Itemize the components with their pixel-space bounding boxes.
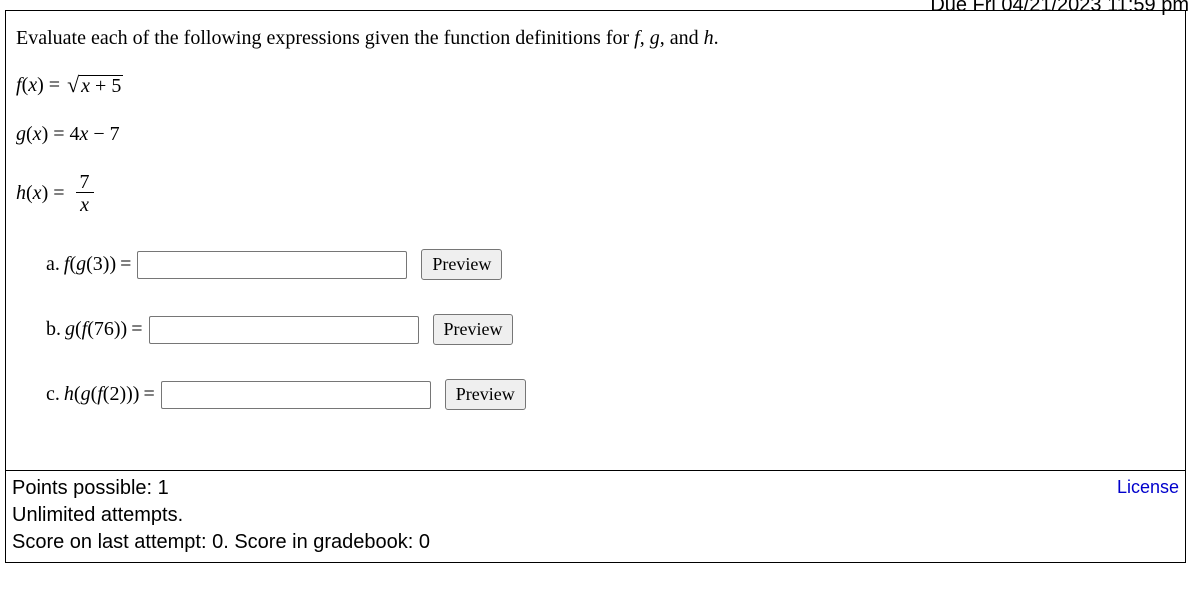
part-label: c. [46, 383, 60, 406]
instr-tail: , and [660, 27, 704, 49]
sqrt-icon: √x + 5 [67, 75, 123, 96]
part-label: b. [46, 318, 61, 341]
question-box: Evaluate each of the following expressio… [5, 10, 1186, 563]
answer-input-c[interactable] [161, 381, 431, 409]
part-a: a. f(g(3)) = Preview [46, 249, 1175, 280]
answer-input-b[interactable] [149, 316, 419, 344]
answer-input-a[interactable] [137, 251, 407, 279]
part-b: b. g(f(76)) = Preview [46, 314, 1175, 345]
definition-g: g(x) = 4x − 7 [16, 123, 1175, 146]
preview-button[interactable]: Preview [445, 379, 526, 410]
fraction: 7 x [76, 172, 94, 215]
fraction-den: x [76, 193, 93, 215]
footer: License Points possible: 1 Unlimited att… [6, 471, 1185, 562]
preview-button[interactable]: Preview [433, 314, 514, 345]
instructions: Evaluate each of the following expressio… [16, 27, 1175, 50]
license-link[interactable]: License [1117, 475, 1179, 499]
points-possible: Points possible: 1 [12, 475, 1177, 502]
part-c: c. h(g(f(2))) = Preview [46, 379, 1175, 410]
preview-button[interactable]: Preview [421, 249, 502, 280]
fraction-num: 7 [76, 172, 94, 192]
part-label: a. [46, 253, 60, 276]
score-line: Score on last attempt: 0. Score in grade… [12, 529, 1177, 556]
definition-h: h(x) = 7 x [16, 172, 1175, 215]
definition-f: f(x) = √x + 5 [16, 74, 1175, 97]
attempts: Unlimited attempts. [12, 502, 1177, 529]
instr-end: . [714, 27, 719, 49]
instructions-text: Evaluate each of the following expressio… [16, 27, 634, 49]
